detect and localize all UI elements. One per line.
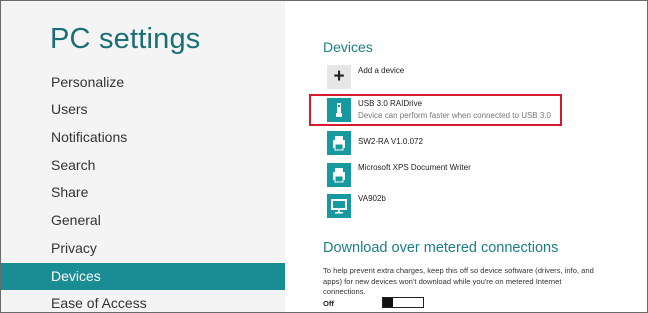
plus-icon: + (327, 65, 351, 89)
device-name: VA902b (358, 194, 386, 203)
toggle-thumb (383, 298, 393, 307)
sidebar-item-share[interactable]: Share (1, 179, 285, 206)
sidebar-item-devices[interactable]: Devices (1, 263, 285, 290)
main-content: Devices + Add a device USB 3.0 RAIDrive … (285, 1, 647, 312)
monitor-icon (327, 194, 351, 218)
device-name: Microsoft XPS Document Writer (358, 163, 471, 172)
add-device-label: Add a device (358, 66, 405, 75)
sidebar-item-search[interactable]: Search (1, 152, 285, 179)
metered-toggle[interactable] (382, 297, 424, 308)
metered-heading: Download over metered connections (323, 240, 559, 256)
sidebar-item-general[interactable]: General (1, 207, 285, 234)
sidebar-item-users[interactable]: Users (1, 96, 285, 123)
printer-icon (327, 163, 351, 187)
sidebar-item-personalize[interactable]: Personalize (1, 69, 285, 96)
highlight-box (309, 94, 562, 126)
metered-description: To help prevent extra charges, keep this… (323, 266, 594, 296)
app-title: PC settings (50, 23, 201, 55)
sidebar-item-notifications[interactable]: Notifications (1, 124, 285, 151)
devices-heading: Devices (323, 39, 373, 55)
toggle-state-label: Off (323, 299, 334, 308)
printer-icon (327, 131, 351, 155)
sidebar-item-ease-of-access[interactable]: Ease of Access (1, 290, 285, 312)
sidebar-item-privacy[interactable]: Privacy (1, 235, 285, 262)
window: PC settings Personalize Users Notificati… (0, 0, 648, 313)
device-name: SW2-RA V1.0.072 (358, 137, 423, 146)
sidebar: PC settings Personalize Users Notificati… (1, 1, 285, 312)
